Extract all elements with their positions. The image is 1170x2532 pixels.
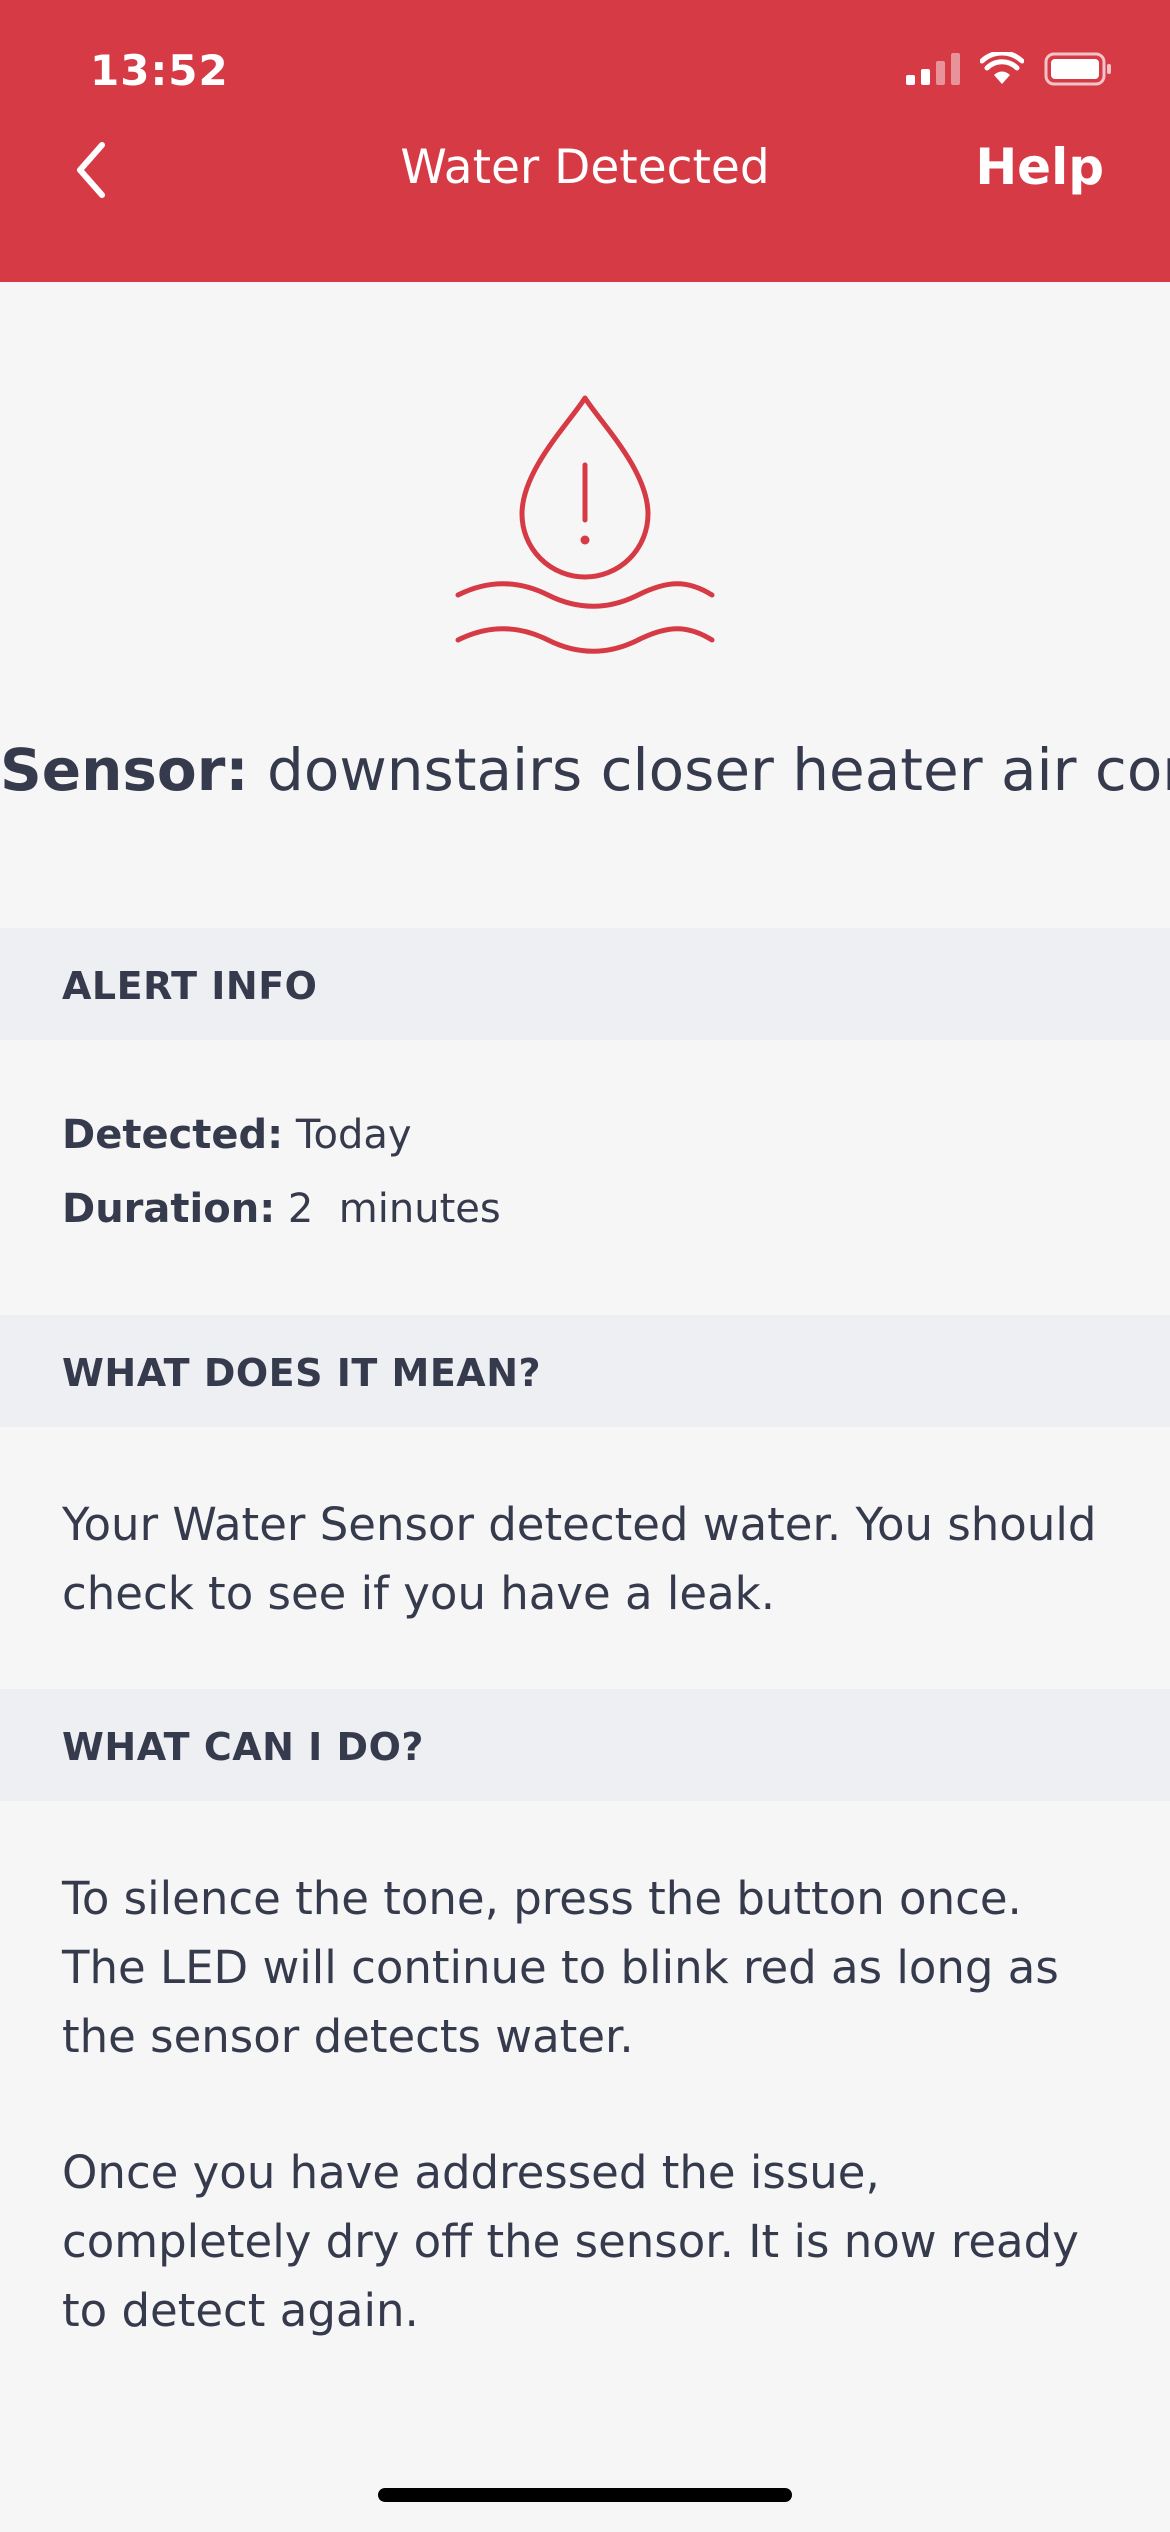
section-alert-info: ALERT INFO bbox=[0, 928, 1170, 1040]
sensor-name: Sensor: downstairs closer heater air con… bbox=[0, 730, 1170, 810]
action-paragraph-1: To silence the tone, press the button on… bbox=[62, 1872, 1059, 2063]
duration-label: Duration: bbox=[62, 1186, 276, 1232]
status-icons bbox=[906, 52, 1114, 86]
section-heading: WHAT CAN I DO? bbox=[62, 1725, 424, 1769]
detected-label: Detected: bbox=[62, 1112, 284, 1158]
wifi-icon bbox=[980, 52, 1024, 84]
sensor-label: Sensor: bbox=[0, 736, 249, 804]
navigation-bar: Water Detected Help bbox=[0, 130, 1170, 210]
battery-icon bbox=[1044, 52, 1111, 86]
detected-row: Detected: Today bbox=[62, 1112, 412, 1158]
section-heading: WHAT DOES IT MEAN? bbox=[62, 1351, 542, 1395]
help-button[interactable]: Help bbox=[975, 138, 1104, 196]
detected-value: Today bbox=[295, 1112, 412, 1158]
cellular-signal-icon bbox=[906, 53, 960, 85]
meaning-text: Your Water Sensor detected water. You sh… bbox=[62, 1498, 1097, 1620]
status-time: 13:52 bbox=[90, 46, 229, 95]
duration-value: 2 minutes bbox=[287, 1186, 501, 1232]
sensor-value: downstairs closer heater air cond bbox=[267, 736, 1170, 804]
app-header: 13:52 Water Detected Help bbox=[0, 0, 1170, 282]
section-heading: ALERT INFO bbox=[62, 964, 318, 1008]
water-drop-alert-icon bbox=[455, 395, 715, 654]
home-indicator[interactable] bbox=[378, 2488, 792, 2502]
duration-row: Duration: 2 minutes bbox=[62, 1186, 501, 1232]
section-what-can-i-do: WHAT CAN I DO? bbox=[0, 1689, 1170, 1801]
section-what-does-it-mean: WHAT DOES IT MEAN? bbox=[0, 1315, 1170, 1427]
action-paragraph-2: Once you have addressed the issue, compl… bbox=[62, 2146, 1079, 2337]
